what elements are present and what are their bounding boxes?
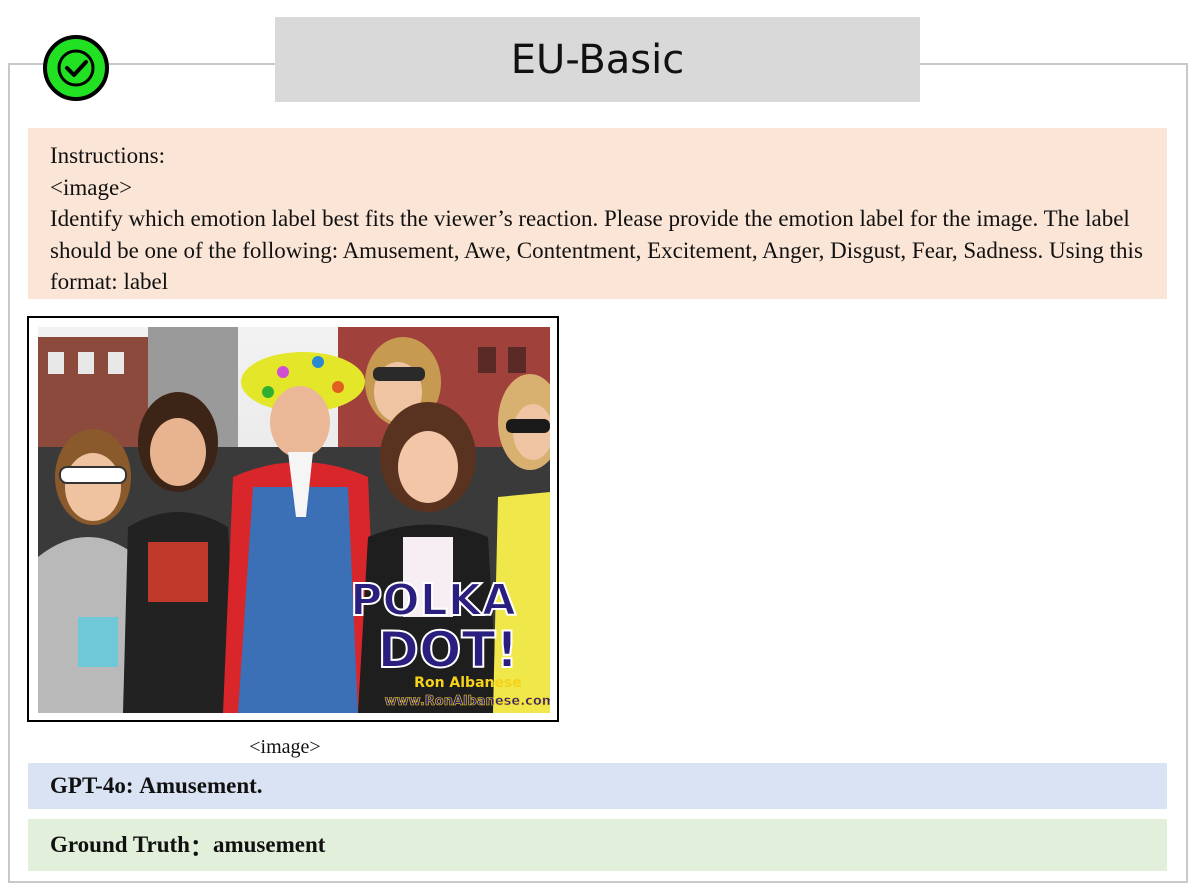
check-circle-icon [43,35,109,101]
page-title: EU-Basic [275,17,920,102]
crowd-photo: POLKA DOT! Ron Albanese www.RonAlbanese.… [38,327,550,713]
photo-frame: POLKA DOT! Ron Albanese www.RonAlbanese.… [27,316,559,722]
watermark-url: www.RonAlbanese.com [385,694,550,709]
model-answer-row: GPT-4o: Amusement. [28,763,1167,809]
watermark-line2: DOT! [378,621,519,679]
watermark-line1: POLKA [350,575,516,626]
instructions-image-token: <image> [50,174,133,200]
instructions-panel: Instructions: <image> Identify which emo… [28,128,1167,299]
instructions-body: Identify which emotion label best fits t… [50,206,1143,294]
model-label: GPT-4o: [50,773,134,798]
ground-truth-label: Ground Truth [50,832,190,857]
title-text: EU-Basic [510,36,685,83]
ground-truth-row: Ground Truth： amusement [28,819,1167,871]
watermark-name: Ron Albanese [414,675,522,691]
instructions-heading: Instructions: [50,143,165,168]
image-caption: <image> [249,736,321,758]
model-answer: Amusement. [139,773,263,798]
ground-truth-value: amusement [212,832,326,857]
ground-truth-separator: ： [189,835,213,860]
